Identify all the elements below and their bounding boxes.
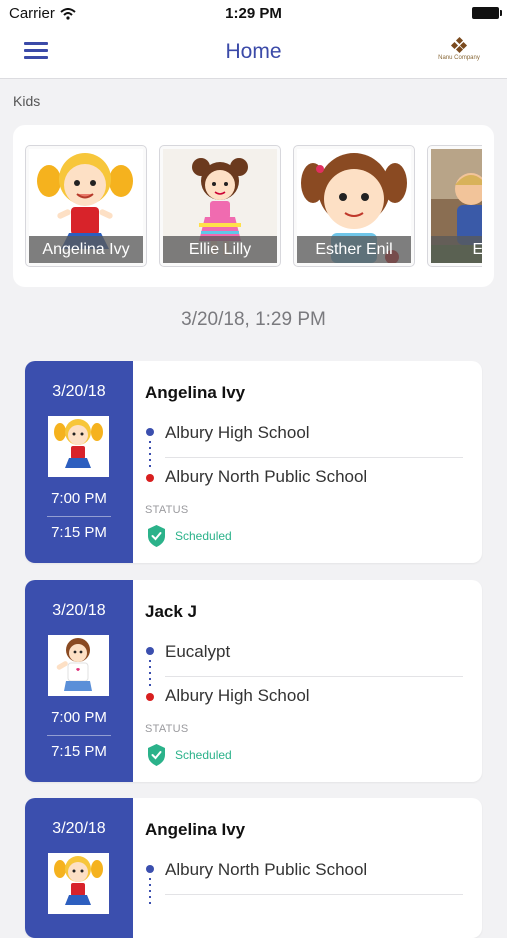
route-dotted-line <box>149 441 151 469</box>
kid-card-angelina[interactable]: Angelina Ivy <box>25 145 147 267</box>
kid-name: Ellie Lilly <box>163 236 277 263</box>
trip-start-time: 7:00 PM <box>51 490 107 507</box>
trip-date-panel: 3/20/18 7:00 PM 7:15 PM <box>25 361 133 563</box>
kids-section-label: Kids <box>13 93 41 109</box>
status-text: Scheduled <box>175 529 232 543</box>
trip-date-panel: 3/20/18 7:00 PM 7:15 PM <box>25 580 133 782</box>
dropoff-location: Albury North Public School <box>165 467 368 486</box>
trip-date-panel: 3/20/18 <box>25 798 133 938</box>
trip-end-time: 7:15 PM <box>51 743 107 760</box>
trip-kid-photo <box>48 635 109 696</box>
kid-name: Evie <box>431 236 482 263</box>
status-badge: Scheduled <box>146 743 232 767</box>
route-dotted-line <box>149 660 151 688</box>
stop-divider <box>165 894 463 895</box>
trip-date: 3/20/18 <box>52 383 106 400</box>
status-label: STATUS <box>145 504 189 516</box>
kid-card-esther[interactable]: Esther Enil <box>293 145 415 267</box>
pickup-dot-icon <box>146 647 154 655</box>
date-heading: 3/20/18, 1:29 PM <box>181 309 326 330</box>
status-label: STATUS <box>145 723 189 735</box>
trip-start-time: 7:00 PM <box>51 709 107 726</box>
time-divider <box>47 735 111 736</box>
stop-divider <box>165 676 463 677</box>
time-divider <box>47 516 111 517</box>
pickup-dot-icon <box>146 428 154 436</box>
status-badge: Scheduled <box>146 524 232 548</box>
pickup-location: Albury North Public School <box>165 860 368 879</box>
kid-name: Esther Enil <box>297 236 411 263</box>
kids-carousel: Angelina Ivy Ellie Lilly Esther Enil <box>13 125 494 287</box>
dropoff-dot-icon <box>146 474 154 482</box>
status-bar: Carrier 1:29 PM <box>0 0 507 28</box>
kid-card-ellie[interactable]: Ellie Lilly <box>159 145 281 267</box>
trip-date: 3/20/18 <box>52 820 106 837</box>
trip-card[interactable]: 3/20/18 Angelina Ivy Albury North Public… <box>25 798 482 938</box>
trip-card[interactable]: 3/20/18 7:00 PM 7:15 PM Jack J Eucalypt … <box>25 580 482 782</box>
status-text: Scheduled <box>175 748 232 762</box>
route-dotted-line <box>149 878 151 906</box>
pickup-dot-icon <box>146 865 154 873</box>
trip-date: 3/20/18 <box>52 602 106 619</box>
nav-bar: Home Nanu Company <box>0 28 507 79</box>
page-title: Home <box>225 40 282 63</box>
trip-card[interactable]: 3/20/18 7:00 PM 7:15 PM Angelina Ivy Alb… <box>25 361 482 563</box>
stop-divider <box>165 457 463 458</box>
trip-kid-name: Angelina Ivy <box>145 383 246 402</box>
logo-text: Nanu Company <box>438 55 480 61</box>
battery-icon <box>472 7 502 19</box>
check-shield-icon <box>148 525 165 547</box>
kid-card-evie[interactable]: Evie <box>427 145 482 267</box>
trip-kid-photo <box>48 416 109 477</box>
trip-kid-name: Angelina Ivy <box>145 820 246 839</box>
trip-kid-photo <box>48 853 109 914</box>
kids-scroll-area[interactable]: Angelina Ivy Ellie Lilly Esther Enil <box>25 145 482 267</box>
pickup-location: Eucalypt <box>165 642 231 661</box>
check-shield-icon <box>148 744 165 766</box>
trip-end-time: 7:15 PM <box>51 524 107 541</box>
company-logo: Nanu Company <box>437 36 481 68</box>
status-time: 1:29 PM <box>225 5 282 22</box>
dropoff-dot-icon <box>146 693 154 701</box>
kid-name: Angelina Ivy <box>29 236 143 263</box>
trip-kid-name: Jack J <box>145 602 197 621</box>
pickup-location: Albury High School <box>165 423 310 442</box>
dropoff-location: Albury High School <box>165 686 310 705</box>
